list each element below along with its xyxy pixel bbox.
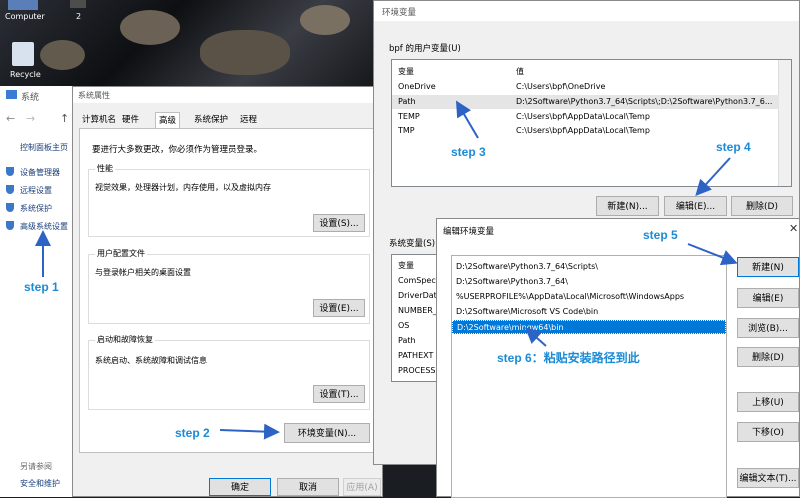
step6-arrow <box>525 327 547 347</box>
annotation-arrows <box>35 100 738 440</box>
step4-arrow <box>695 157 731 196</box>
step5-arrow <box>687 243 738 266</box>
step2-arrow <box>219 423 280 440</box>
step3-arrow <box>455 100 479 139</box>
